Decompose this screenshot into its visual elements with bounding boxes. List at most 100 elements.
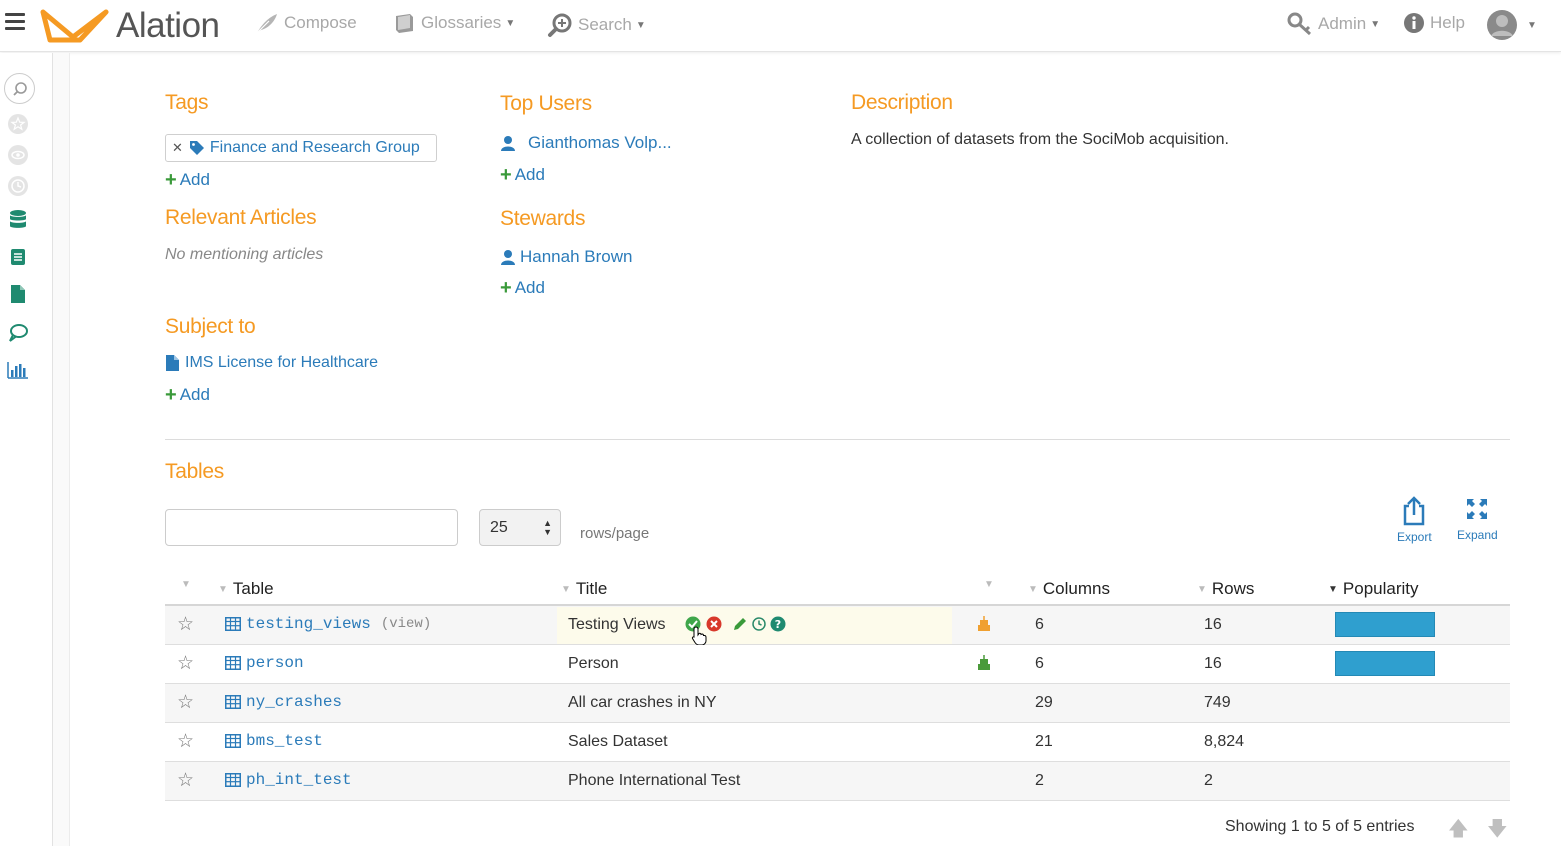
table-name: ph_int_test <box>246 771 352 789</box>
arrow-down-icon[interactable]: 🡇 <box>1487 814 1508 846</box>
select-arrows-icon: ▲ ▼ <box>543 518 552 537</box>
star-icon[interactable] <box>6 112 30 136</box>
document-icon[interactable] <box>6 282 30 306</box>
star-icon[interactable]: ☆ <box>177 652 194 675</box>
table-title[interactable]: Phone International Test <box>568 772 740 790</box>
rows-per-page-value: 25 <box>490 518 508 536</box>
pencil-icon[interactable] <box>732 616 748 632</box>
help-label: Help <box>1430 13 1465 32</box>
menu-icon[interactable] <box>5 13 25 31</box>
tables-title: Tables <box>165 460 224 483</box>
remove-tag-icon[interactable]: ✕ <box>172 140 183 156</box>
question-icon[interactable]: ? <box>770 616 786 632</box>
clock-icon[interactable] <box>752 617 766 631</box>
glossaries-nav[interactable]: Glossaries ▼ <box>392 12 515 34</box>
search-nav[interactable]: Search ▼ <box>547 12 646 38</box>
relevant-articles-title: Relevant Articles <box>165 206 317 229</box>
steward-name[interactable]: Hannah Brown <box>520 247 632 267</box>
table-name-link[interactable]: ny_crashes <box>225 693 342 711</box>
add-tag-button[interactable]: + Add <box>165 170 210 190</box>
description-text[interactable]: A collection of datasets from the SociMo… <box>851 131 1229 149</box>
sort-icon: ▼ <box>1197 583 1207 595</box>
admin-nav[interactable]: Admin ▼ <box>1287 12 1380 36</box>
chart-icon[interactable] <box>6 358 30 382</box>
column-header-table[interactable]: ▼ Table <box>218 579 274 599</box>
eye-icon[interactable] <box>6 143 30 167</box>
table-name: person <box>246 654 304 672</box>
column-header-title[interactable]: ▼ Title <box>561 579 607 599</box>
sort-icon: ▼ <box>1328 583 1338 595</box>
star-icon[interactable]: ☆ <box>177 613 194 636</box>
tag-label[interactable]: Finance and Research Group <box>210 139 420 157</box>
tables-search-input[interactable] <box>165 509 458 546</box>
chevron-down-icon: ▼ <box>505 17 516 29</box>
sort-robot-column[interactable]: ▼ <box>984 579 999 590</box>
comment-icon[interactable] <box>6 321 30 345</box>
cancel-icon[interactable] <box>706 616 722 632</box>
sort-icon: ▼ <box>218 583 228 595</box>
expand-button[interactable]: Expand <box>1457 497 1498 542</box>
database-icon[interactable] <box>6 208 30 232</box>
search-icon[interactable] <box>4 73 35 104</box>
table-title[interactable]: Sales Dataset <box>568 733 668 751</box>
search-plus-icon <box>548 13 572 37</box>
add-top-user-button[interactable]: + Add <box>500 165 545 185</box>
export-button[interactable]: Export <box>1397 496 1432 544</box>
table-row[interactable]: ☆ ny_crashes All car crashes in NY 29 74… <box>165 684 1510 723</box>
add-tag-label: Add <box>179 170 210 189</box>
column-header-rows[interactable]: ▼ Rows <box>1197 579 1254 599</box>
clock-icon[interactable] <box>6 174 30 198</box>
steward-item[interactable]: Hannah Brown <box>500 247 632 267</box>
popularity-bar <box>1335 651 1435 676</box>
table-title[interactable]: Testing Views <box>568 616 666 634</box>
search-label: Search <box>578 15 632 34</box>
star-icon[interactable]: ☆ <box>177 691 194 714</box>
subject-item[interactable]: IMS License for Healthcare <box>165 354 378 372</box>
column-header-popularity[interactable]: ▼ Popularity <box>1328 579 1419 599</box>
add-steward-button[interactable]: + Add <box>500 278 545 298</box>
sort-icon: ▼ <box>561 583 571 595</box>
compose-nav[interactable]: Compose <box>255 12 357 34</box>
star-icon[interactable]: ☆ <box>177 769 194 792</box>
table-row[interactable]: ☆ bms_test Sales Dataset 21 8,824 <box>165 723 1510 762</box>
subject-item-label[interactable]: IMS License for Healthcare <box>185 354 378 372</box>
table-name-link[interactable]: testing_views (view) <box>225 615 431 633</box>
table-name-link[interactable]: ph_int_test <box>225 771 352 789</box>
table-title[interactable]: All car crashes in NY <box>568 694 717 712</box>
rows-count: 16 <box>1204 655 1222 672</box>
user-menu[interactable]: ▼ <box>1486 9 1537 41</box>
column-header-columns[interactable]: ▼ Columns <box>1028 579 1110 599</box>
user-icon <box>501 249 515 265</box>
sort-star-column[interactable]: ▼ <box>181 579 196 590</box>
list-icon[interactable] <box>6 245 30 269</box>
chevron-down-icon: ▼ <box>635 19 646 31</box>
add-subject-button[interactable]: + Add <box>165 385 210 405</box>
table-icon <box>225 773 241 787</box>
export-label: Export <box>1397 530 1432 544</box>
plus-icon: + <box>500 277 512 299</box>
star-icon[interactable]: ☆ <box>177 730 194 753</box>
tag-chip[interactable]: ✕ Finance and Research Group <box>165 134 437 162</box>
info-icon <box>1404 13 1424 33</box>
table-name-link[interactable]: bms_test <box>225 732 323 750</box>
arrow-up-icon[interactable]: 🡅 <box>1448 814 1469 846</box>
table-name-link[interactable]: person <box>225 654 304 672</box>
help-nav[interactable]: Help <box>1403 12 1465 34</box>
rows-per-page-label: rows/page <box>580 525 650 542</box>
table-row[interactable]: ☆ testing_views (view) Testing Views ? 6… <box>165 606 1510 646</box>
popularity-bar <box>1335 612 1435 637</box>
svg-text:?: ? <box>775 618 781 631</box>
table-title[interactable]: Person <box>568 655 619 673</box>
table-name: bms_test <box>246 732 323 750</box>
glossaries-label: Glossaries <box>421 13 502 32</box>
column-header-popularity-label: Popularity <box>1342 579 1419 598</box>
table-row[interactable]: ☆ person Person 6 16 <box>165 645 1510 684</box>
alation-logo[interactable]: Alation <box>40 6 220 46</box>
rows-count: 16 <box>1204 616 1222 633</box>
rows-per-page-select[interactable]: 25 ▲ ▼ <box>479 509 561 546</box>
columns-count: 2 <box>1035 772 1044 789</box>
top-user-item[interactable]: Gianthomas Volp... <box>500 133 672 153</box>
top-user-name[interactable]: Gianthomas Volp... <box>528 133 672 153</box>
table-row[interactable]: ☆ ph_int_test Phone International Test 2… <box>165 762 1510 801</box>
sort-icon: ▼ <box>181 579 191 590</box>
